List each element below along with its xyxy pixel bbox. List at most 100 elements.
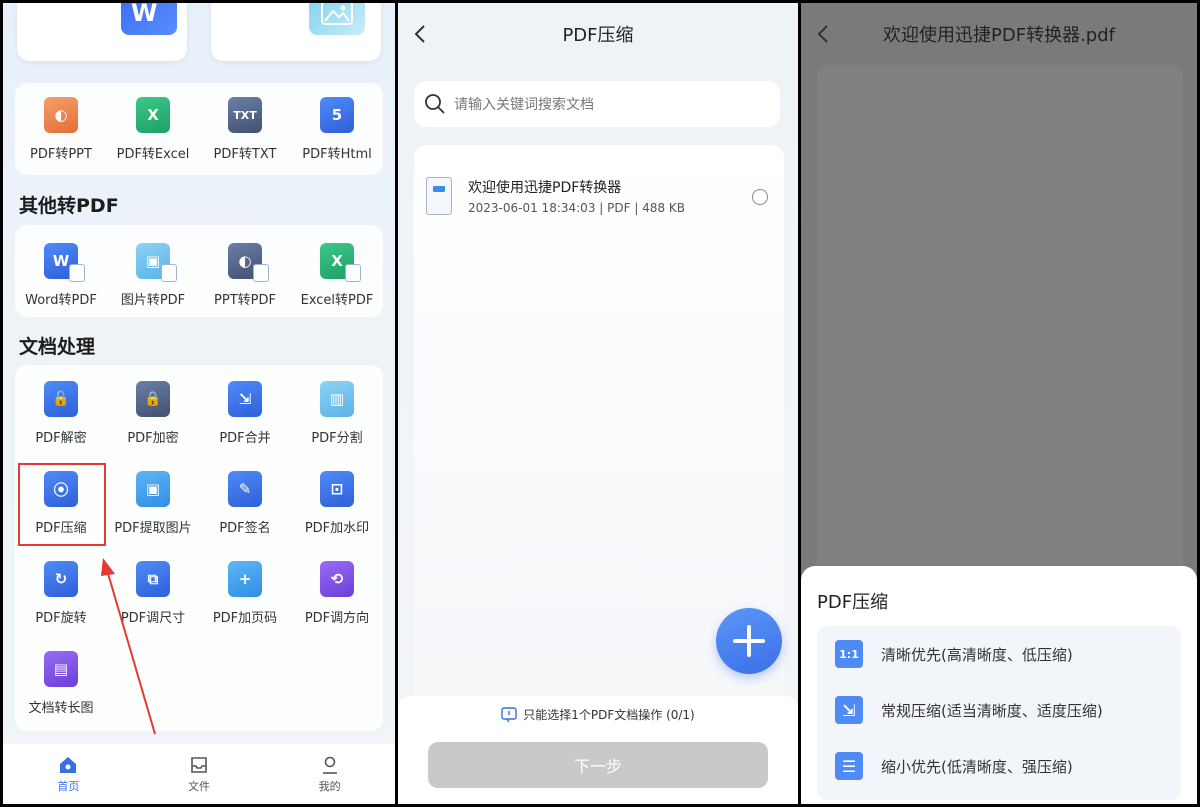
search-icon [425, 94, 445, 114]
word-icon: W [44, 243, 85, 282]
image-feature-card[interactable] [211, 3, 381, 61]
merge-icon: ⇲ [228, 381, 262, 417]
compress-arrows-icon: ⇲ [835, 696, 863, 724]
option-quality-first[interactable]: 1:1 清晰优先(高清晰度、低压缩) [835, 638, 1073, 670]
pdf-decrypt-tool[interactable]: 🔓 PDF解密 [15, 365, 107, 455]
excel-icon: X [136, 97, 170, 133]
home-screen: W ◐ PDF转PPT X PDF转Excel TXT PDF转TXT 5 PD… [3, 3, 395, 804]
tool-label: 文档转长图 [28, 701, 94, 716]
pdf-convert-card: ◐ PDF转PPT X PDF转Excel TXT PDF转TXT 5 PDF转… [15, 83, 383, 175]
image-icon [309, 3, 365, 35]
pdf-encrypt-tool[interactable]: 🔒 PDF加密 [107, 365, 199, 455]
word-icon: W [121, 3, 177, 35]
option-label: 缩小优先(低清晰度、强压缩) [881, 757, 1073, 776]
orientation-icon: ⟲ [320, 561, 354, 597]
scroll-icon: ☰ [835, 752, 863, 780]
nav-label: 我的 [318, 779, 341, 793]
txt-icon: TXT [228, 97, 262, 133]
profile-icon [322, 756, 337, 774]
excel-icon: X [320, 243, 361, 282]
tool-label: PDF调方向 [304, 611, 370, 626]
compress-highlight-box [18, 463, 106, 546]
header: PDF压缩 [398, 3, 798, 65]
action-bar: 只能选择1个PDF文档操作 (0/1) 下一步 [398, 696, 798, 804]
pdf-split-tool[interactable]: ▥ PDF分割 [291, 365, 383, 455]
info-icon [501, 706, 517, 722]
tool-label: Excel转PDF [300, 293, 374, 308]
next-button[interactable]: 下一步 [428, 742, 768, 788]
signature-icon: ✎ [228, 471, 262, 507]
nav-profile[interactable]: 我的 [319, 755, 341, 794]
pdf-orientation-tool[interactable]: ⟲ PDF调方向 [291, 545, 383, 635]
option-size-first[interactable]: ☰ 缩小优先(低清晰度、强压缩) [835, 750, 1073, 782]
compress-bottom-sheet: PDF压缩 1:1 清晰优先(高清晰度、低压缩) ⇲ 常规压缩(适当清晰度、适度… [801, 566, 1197, 804]
other-to-pdf-card: W Word转PDF ▣ 图片转PDF ◐ PPT转PDF X Excel转PD… [15, 225, 383, 317]
pdf-extract-image-tool[interactable]: ▣ PDF提取图片 [107, 455, 199, 545]
tool-label: PDF旋转 [35, 611, 87, 626]
bottom-nav: 首页 文件 我的 [3, 744, 395, 804]
tool-label: PDF加页码 [212, 611, 278, 626]
file-item[interactable]: 欢迎使用迅捷PDF转换器 2023-06-01 18:34:03 | PDF |… [426, 175, 772, 223]
unlock-icon: 🔓 [44, 381, 78, 417]
tool-label: PDF提取图片 [114, 521, 192, 536]
file-name: 欢迎使用迅捷PDF转换器 [468, 180, 622, 196]
inbox-icon [191, 756, 207, 773]
nav-home[interactable]: 首页 [57, 755, 79, 794]
add-file-button[interactable] [716, 608, 782, 674]
pdf-watermark-tool[interactable]: ⊡ PDF加水印 [291, 455, 383, 545]
back-arrow-icon[interactable] [817, 25, 829, 43]
section-title-doc-processing: 文档处理 [19, 336, 96, 358]
pdf-to-html-tool[interactable]: 5 PDF转Html [291, 83, 383, 173]
search-input[interactable]: 请输入关键词搜索文档 [414, 81, 780, 127]
tool-label: PPT转PDF [214, 293, 276, 308]
header: 欢迎使用迅捷PDF转换器.pdf [801, 3, 1197, 65]
pdf-to-ppt-tool[interactable]: ◐ PDF转PPT [15, 83, 107, 173]
back-arrow-icon[interactable] [414, 25, 426, 43]
page-title: 欢迎使用迅捷PDF转换器.pdf [883, 25, 1115, 46]
image-to-pdf-tool[interactable]: ▣ 图片转PDF [107, 225, 199, 315]
pdf-merge-tool[interactable]: ⇲ PDF合并 [199, 365, 291, 455]
sheet-title: PDF压缩 [817, 592, 889, 613]
home-icon [60, 756, 77, 773]
hint-text: 只能选择1个PDF文档操作 (0/1) [523, 708, 695, 722]
pdf-page-number-tool[interactable]: + PDF加页码 [199, 545, 291, 635]
nav-files[interactable]: 文件 [188, 755, 210, 794]
tool-label: Word转PDF [25, 293, 97, 308]
ppt-icon: ◐ [44, 97, 78, 133]
excel-to-pdf-tool[interactable]: X Excel转PDF [291, 225, 383, 315]
compress-options-screen: 欢迎使用迅捷PDF转换器.pdf PDF压缩 1:1 清晰优先(高清晰度、低压缩… [801, 3, 1197, 804]
lock-icon: 🔒 [136, 381, 170, 417]
selection-hint: 只能选择1个PDF文档操作 (0/1) [398, 706, 798, 723]
compress-options: 1:1 清晰优先(高清晰度、低压缩) ⇲ 常规压缩(适当清晰度、适度压缩) ☰ … [817, 626, 1181, 800]
pdf-signature-tool[interactable]: ✎ PDF签名 [199, 455, 291, 545]
file-select-radio[interactable] [752, 189, 768, 205]
nav-label: 首页 [57, 779, 80, 793]
ppt-icon: ◐ [228, 243, 269, 282]
tool-label: PDF加水印 [304, 521, 370, 536]
option-normal-compress[interactable]: ⇲ 常规压缩(适当清晰度、适度压缩) [835, 694, 1103, 726]
word-feature-card[interactable]: W [17, 3, 187, 61]
document-preview [817, 65, 1183, 585]
page-title: PDF压缩 [562, 25, 634, 46]
page-number-icon: + [228, 561, 262, 597]
pdf-to-excel-tool[interactable]: X PDF转Excel [107, 83, 199, 173]
long-image-icon: ▤ [44, 651, 78, 687]
tool-label: PDF加密 [127, 431, 179, 446]
nav-label: 文件 [187, 779, 210, 793]
file-meta: 2023-06-01 18:34:03 | PDF | 488 KB [468, 201, 685, 215]
extract-image-icon: ▣ [136, 471, 170, 507]
word-to-pdf-tool[interactable]: W Word转PDF [15, 225, 107, 315]
tool-label: PDF转Html [302, 147, 372, 162]
pdf-to-txt-tool[interactable]: TXT PDF转TXT [199, 83, 291, 173]
file-select-screen: PDF压缩 请输入关键词搜索文档 欢迎使用迅捷PDF转换器 2023-06-01… [398, 3, 798, 804]
image-icon: ▣ [136, 243, 177, 282]
option-label: 常规压缩(适当清晰度、适度压缩) [881, 701, 1103, 720]
tool-label: PDF解密 [35, 431, 87, 446]
tool-label: PDF转TXT [213, 147, 277, 162]
ppt-to-pdf-tool[interactable]: ◐ PPT转PDF [199, 225, 291, 315]
watermark-icon: ⊡ [320, 471, 354, 507]
annotation-arrow [101, 558, 156, 735]
option-label: 清晰优先(高清晰度、低压缩) [881, 645, 1073, 664]
plus-icon [733, 625, 765, 657]
doc-processing-card: 🔓 PDF解密 🔒 PDF加密 ⇲ PDF合并 ▥ PDF分割 ⦿ PDF压缩 … [15, 365, 383, 731]
